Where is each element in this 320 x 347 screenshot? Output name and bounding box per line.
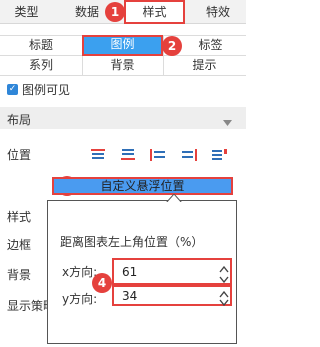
tab-style[interactable]: 样式 (124, 0, 185, 24)
tab-type[interactable]: 类型 (0, 0, 53, 24)
y-direction-input[interactable]: 34 (112, 285, 232, 307)
y-increment-icon[interactable] (218, 287, 230, 298)
position-top-right-icon[interactable] (210, 148, 228, 162)
border-label: 边框 (7, 238, 32, 252)
position-label: 位置 (7, 148, 32, 162)
floating-position-popup: 距离图表左上角位置（%） x方向: 61 4 y方向: 34 (47, 193, 237, 344)
subtab-title[interactable]: 标题 (0, 36, 82, 55)
background-label: 背景 (7, 268, 32, 282)
position-bottom-icon[interactable] (119, 148, 137, 162)
subtab-series[interactable]: 系列 (0, 56, 82, 75)
layout-section-label: 布局 (7, 113, 32, 127)
popup-heading: 距离图表左上角位置（%） (60, 235, 204, 249)
layout-section-header[interactable]: 布局 (0, 107, 246, 129)
collapse-triangle-icon (223, 115, 232, 129)
subtab-legend[interactable]: 图例 (82, 35, 163, 56)
position-top-icon[interactable] (89, 148, 107, 162)
x-direction-value: 61 (122, 265, 138, 279)
x-decrement-icon[interactable] (218, 273, 230, 284)
annotation-marker-1: 1 (105, 2, 125, 22)
style-label: 样式 (7, 210, 32, 224)
y-decrement-icon[interactable] (218, 296, 230, 307)
annotation-marker-2: 2 (162, 36, 182, 56)
subtab-tooltip[interactable]: 提示 (163, 56, 246, 75)
tab-effects[interactable]: 特效 (190, 0, 246, 24)
position-left-icon[interactable] (149, 148, 167, 162)
divider (0, 75, 246, 76)
x-increment-icon[interactable] (218, 262, 230, 273)
legend-visible-label: 图例可见 (22, 83, 71, 97)
popup-pointer (164, 192, 184, 206)
display-strategy-label: 显示策略 (7, 299, 47, 313)
x-direction-label: x方向: (62, 265, 98, 279)
custom-floating-position-button[interactable]: 自定义悬浮位置 (52, 177, 233, 195)
y-direction-value: 34 (122, 289, 138, 303)
position-right-icon[interactable] (180, 148, 198, 162)
subtab-background[interactable]: 背景 (82, 56, 163, 75)
legend-visible-checkbox[interactable]: ✓ (7, 84, 18, 95)
x-direction-input[interactable]: 61 (112, 258, 232, 285)
y-direction-label: y方向: (62, 292, 98, 306)
